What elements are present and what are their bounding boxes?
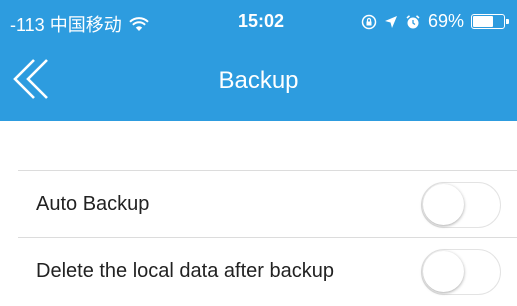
location-arrow-icon: [384, 15, 397, 28]
carrier-info: -113 中国移动: [10, 11, 149, 37]
navigation-bar: Backup: [0, 42, 517, 121]
toggle-knob: [423, 251, 464, 292]
alarm-clock-icon: [406, 14, 420, 28]
setting-label: Delete the local data after backup: [36, 260, 334, 282]
battery-icon: [471, 14, 509, 29]
toggle-knob: [423, 184, 464, 225]
auto-backup-toggle[interactable]: [421, 182, 501, 228]
top-bar: -113 中国移动 15:02 69% Backup: [0, 0, 517, 121]
setting-row-delete-local-data: Delete the local data after backup: [18, 237, 517, 304]
settings-list: Auto Backup Delete the local data after …: [0, 170, 517, 304]
page-title: Backup: [218, 67, 299, 94]
delete-local-data-toggle[interactable]: [421, 249, 501, 295]
carrier-label: -113 中国移动: [10, 15, 122, 35]
wifi-icon: [129, 16, 149, 31]
battery-fill: [473, 16, 493, 27]
status-indicators: 69%: [361, 11, 509, 32]
rotation-lock-icon: [361, 14, 377, 29]
battery-percentage: 69%: [427, 11, 464, 31]
setting-label: Auto Backup: [36, 193, 150, 215]
clock: 15:02: [238, 11, 285, 31]
setting-row-auto-backup: Auto Backup: [18, 170, 517, 237]
status-bar: -113 中国移动 15:02 69%: [0, 0, 517, 42]
